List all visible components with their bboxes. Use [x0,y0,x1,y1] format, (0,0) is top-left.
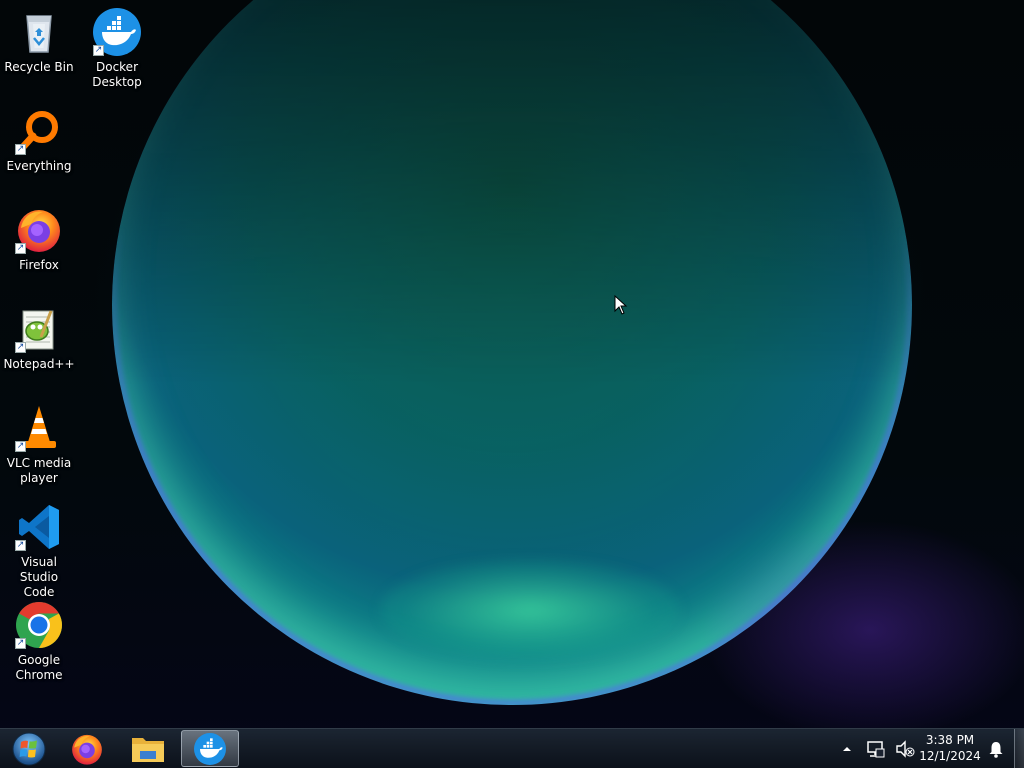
desktop-icon-notepadpp[interactable]: ↗ Notepad++ [2,305,76,372]
desktop-icon-label: Docker Desktop [92,60,142,89]
shortcut-arrow-icon: ↗ [93,45,104,56]
desktop-icon-label: Everything [6,159,72,173]
volume-tray-button[interactable] [893,729,917,768]
show-hidden-icons-icon [843,747,851,751]
desktop-icon-label: Google Chrome [15,653,63,682]
network-tray-button[interactable] [863,729,887,768]
start-button[interactable] [0,730,58,767]
desktop-icon-chrome[interactable]: ↗ Google Chrome [2,601,76,683]
shortcut-arrow-icon: ↗ [15,441,26,452]
network-icon [867,741,885,758]
desktop-icon-vscode[interactable]: ↗ Visual Studio Code [2,503,76,600]
firefox-icon: ↗ [15,206,63,254]
file-explorer-icon [132,737,164,762]
desktop-icon-label: Visual Studio Code [19,555,59,599]
desktop-icon-label: Notepad++ [3,357,75,371]
desktop-icon-recycle-bin[interactable]: Recycle Bin [2,8,76,75]
docker-icon: ↗ [93,8,141,56]
clock-time: 3:38 PM [925,733,975,747]
desktop-icon-label: VLC media player [6,456,72,485]
taskbar: 3:38 PM 12/1/2024 [0,728,1024,768]
desktop-icon-vlc[interactable]: ↗ VLC media player [2,404,76,486]
everything-search-icon: ↗ [15,107,63,155]
shortcut-arrow-icon: ↗ [15,342,26,353]
desktop-icon-docker-desktop[interactable]: ↗ Docker Desktop [80,8,154,90]
show-hidden-icons-button[interactable] [838,729,856,768]
notification-bell-icon [989,742,1003,758]
taskbar-docker-button[interactable] [181,730,239,767]
taskbar-firefox-button[interactable] [58,730,116,767]
notepadpp-icon: ↗ [15,305,63,353]
windows-start-icon [12,732,46,765]
desktop-icon-everything[interactable]: ↗ Everything [2,107,76,174]
volume-muted-icon [896,740,915,758]
desktop-icon-label: Firefox [19,258,59,272]
wallpaper-glow [380,560,680,660]
taskbar-file-explorer-button[interactable] [119,730,177,767]
clock-date: 12/1/2024 [919,749,981,763]
desktop[interactable]: Recycle Bin ↗ Docker Desktop ↗ Everythin… [0,0,1024,768]
vscode-icon: ↗ [15,503,63,551]
desktop-icon-firefox[interactable]: ↗ Firefox [2,206,76,273]
shortcut-arrow-icon: ↗ [15,243,26,254]
wallpaper-purple-glow [700,520,1024,740]
mouse-cursor-icon [614,295,628,315]
shortcut-arrow-icon: ↗ [15,540,26,551]
vlc-icon: ↗ [15,404,63,452]
firefox-icon [72,734,102,765]
docker-icon [194,732,226,765]
taskbar-clock[interactable]: 3:38 PM 12/1/2024 [918,732,982,764]
recycle-bin-icon [15,8,63,56]
notifications-button[interactable] [986,729,1006,768]
show-desktop-button[interactable] [1014,729,1024,768]
chrome-icon: ↗ [15,601,63,649]
shortcut-arrow-icon: ↗ [15,638,26,649]
desktop-icon-label: Recycle Bin [4,60,74,74]
shortcut-arrow-icon: ↗ [15,144,26,155]
